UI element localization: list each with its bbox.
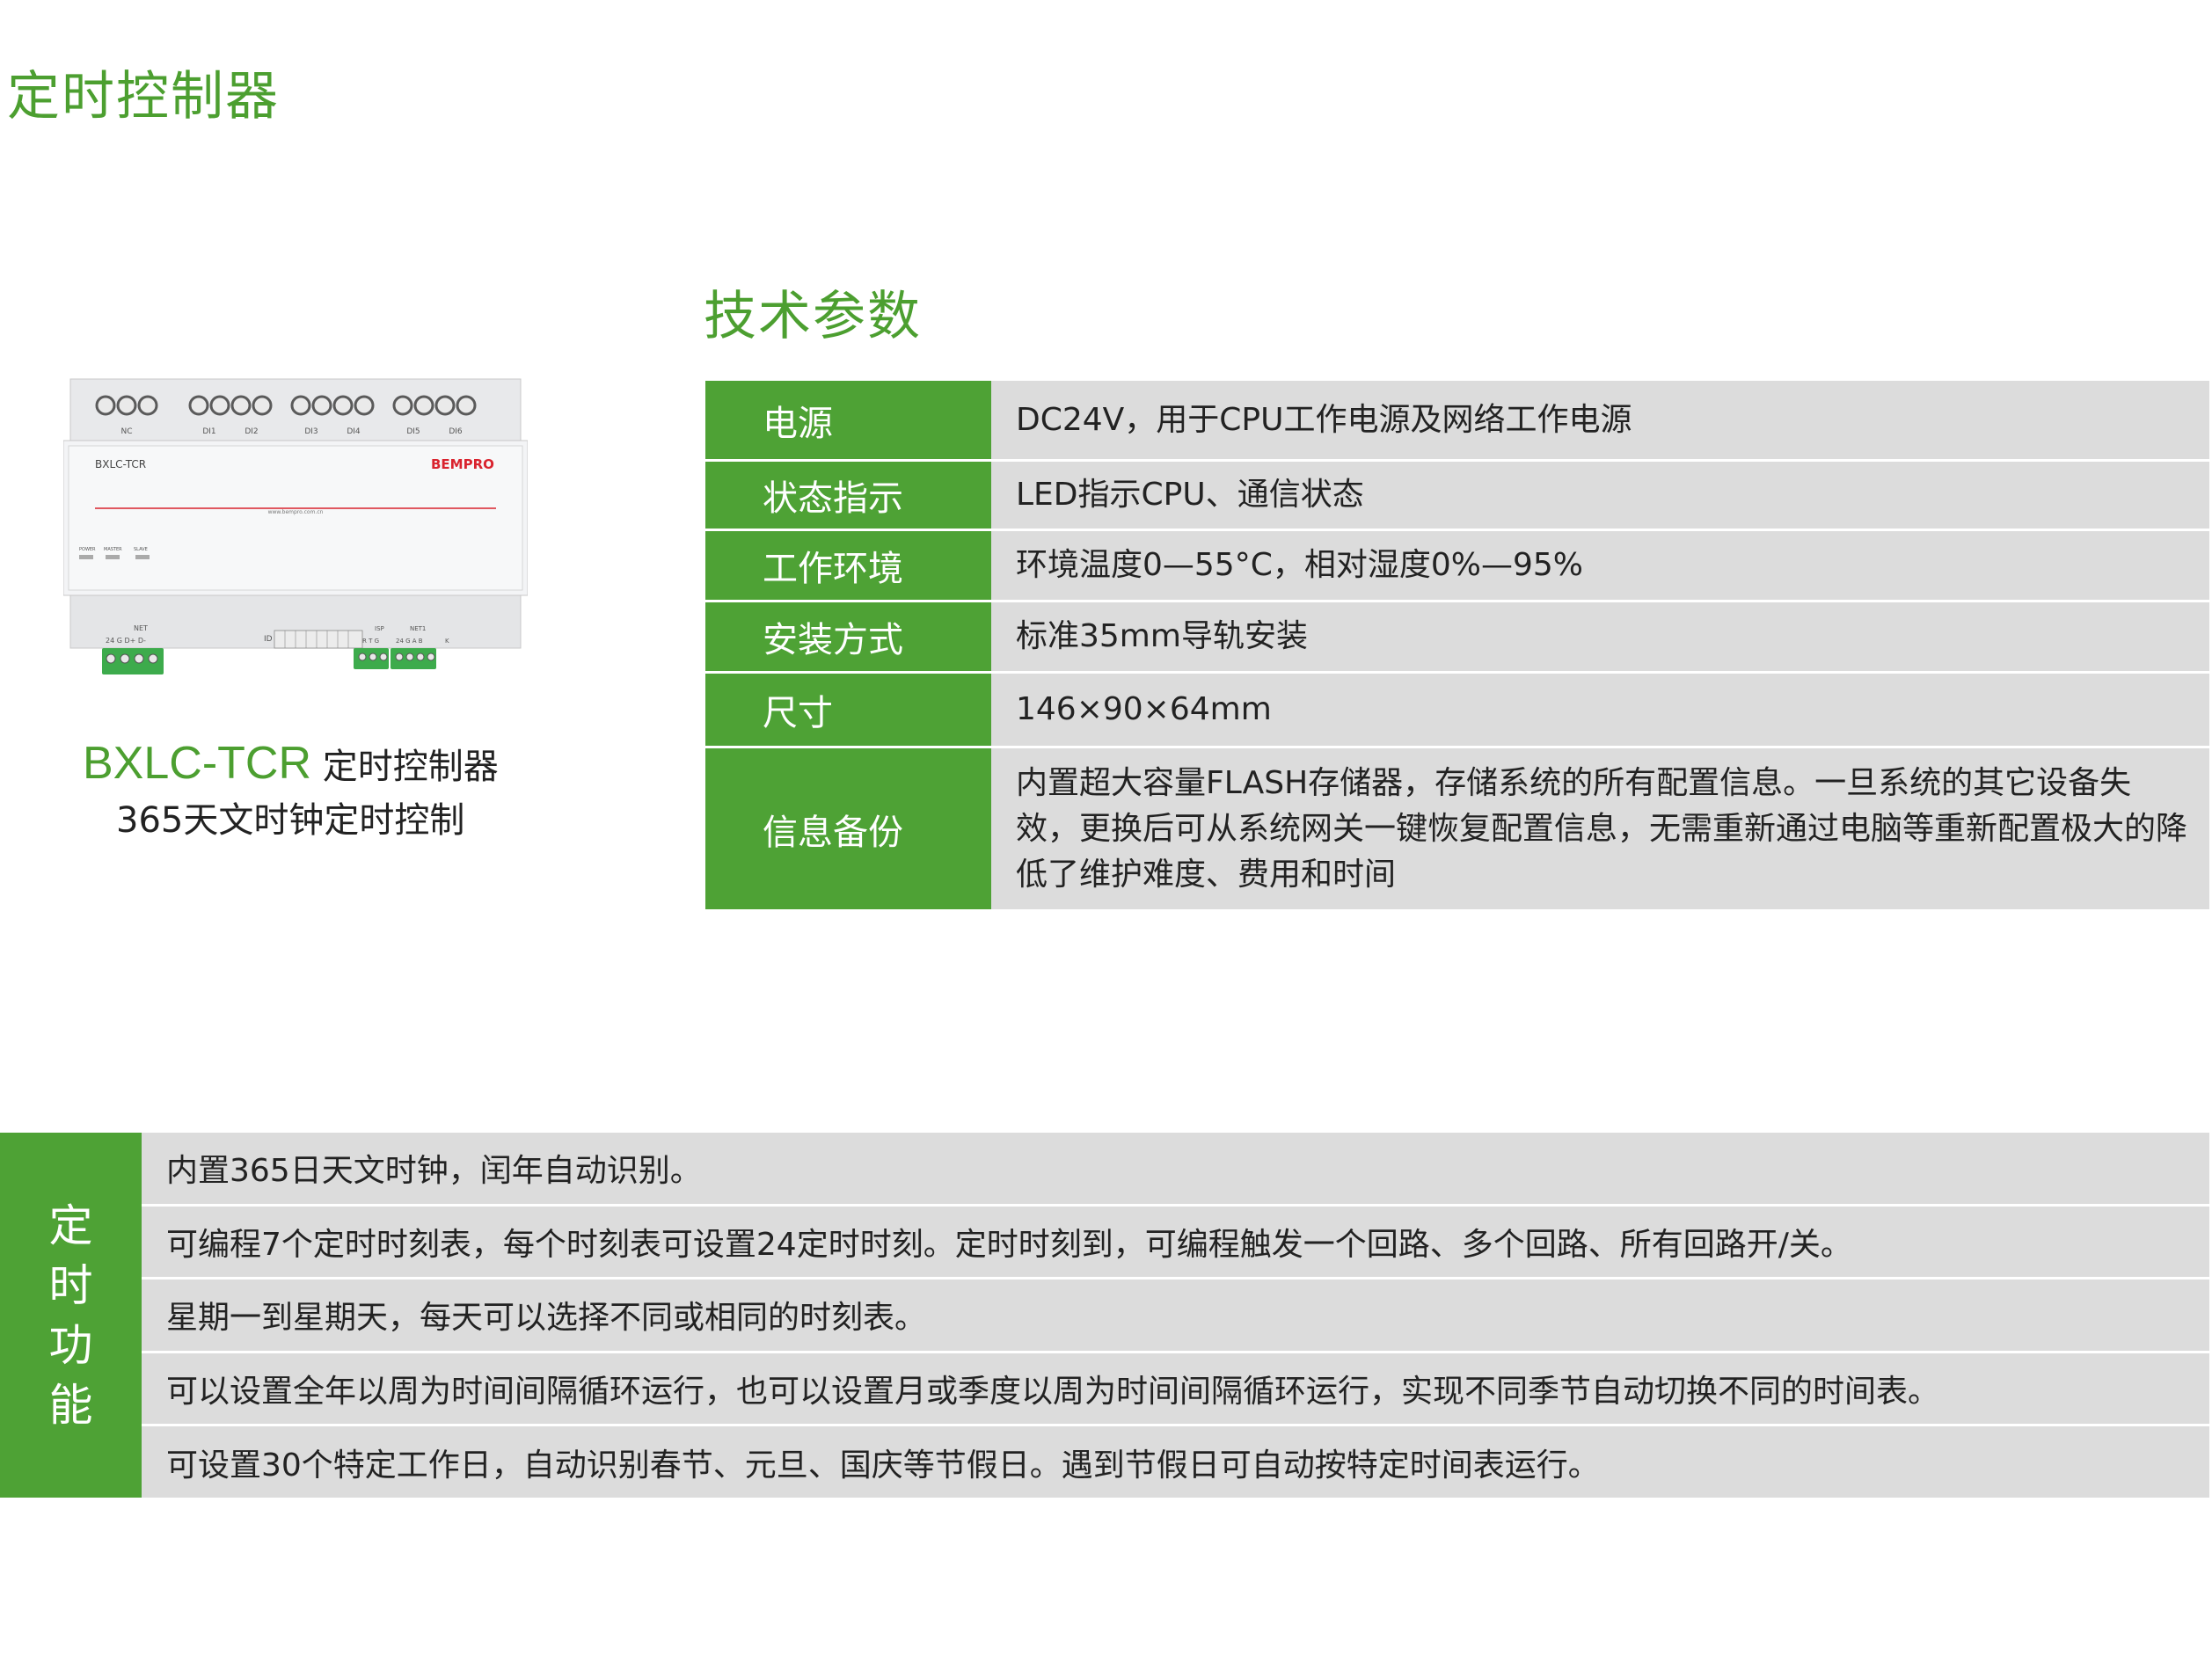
spec-value: 内置超大容量FLASH存储器，存储系统的所有配置信息。一旦系统的其它设备失效，更… (991, 746, 2209, 909)
spec-value: 环境温度0—55°C，相对湿度0%—95% (991, 529, 2209, 600)
green-connector-net1 (391, 648, 436, 669)
product-model: BXLC-TCR (83, 738, 312, 789)
function-item: 内置365日天文时钟，闰年自动识别。 (166, 1153, 702, 1190)
spec-row-environment: 工作环境 环境温度0—55°C，相对湿度0%—95% (705, 529, 2209, 600)
spec-row-power: 电源 DC24V，用于CPU工作电源及网络工作电源 (705, 381, 2209, 459)
product-description: 365天文时钟定时控制 (116, 800, 465, 841)
green-connector-isp (354, 648, 389, 669)
spec-label: 电源 (705, 381, 991, 459)
spec-label: 安装方式 (705, 600, 991, 671)
spec-value: 标准35mm导轨安装 (991, 600, 2209, 671)
green-connector-net (102, 648, 164, 674)
spec-value: DC24V，用于CPU工作电源及网络工作电源 (991, 381, 2209, 459)
spec-row-status: 状态指示 LED指示CPU、通信状态 (705, 459, 2209, 529)
spec-value: 146×90×64mm (991, 671, 2209, 746)
k-label: K (445, 638, 449, 645)
spec-label: 尺寸 (705, 671, 991, 746)
side-char: 功 (48, 1319, 93, 1371)
function-item: 可以设置全年以周为时间间隔循环运行，也可以设置月或季度以周为时间间隔循环运行，实… (142, 1350, 2209, 1425)
website-label: www.bempro.com.cn (268, 509, 324, 515)
terminal-label-di3: DI3 (304, 427, 318, 436)
function-item: 可设置30个特定工作日，自动识别春节、元旦、国庆等节假日。遇到节假日可自动按特定… (142, 1424, 2209, 1498)
timing-function-block: 定 时 功 能 内置365日天文时钟，闰年自动识别。 可编程7个定时时刻表，每个… (0, 1133, 2209, 1498)
product-type: 定时控制器 (311, 747, 499, 787)
terminal-label-nc: NC (120, 427, 132, 436)
function-list: 内置365日天文时钟，闰年自动识别。 可编程7个定时时刻表，每个时刻表可设置24… (142, 1133, 2209, 1498)
spec-title: 技术参数 (704, 286, 922, 347)
led-label-master: MASTER (104, 547, 122, 552)
spec-row-installation: 安装方式 标准35mm导轨安装 (705, 600, 2209, 671)
id-label: ID (264, 635, 273, 644)
bottom-net-pins: 24 G D+ D- (106, 637, 146, 645)
side-char: 能 (48, 1379, 93, 1431)
net1-label: NET1 (410, 625, 426, 632)
function-item: 可编程7个定时时刻表，每个时刻表可设置24定时时刻。定时时刻到，可编程触发一个回… (142, 1203, 2209, 1278)
side-char: 定 (48, 1199, 93, 1251)
terminal-label-di1: DI1 (202, 427, 215, 436)
net1-pins: 24 G A B (396, 638, 423, 645)
spec-value: LED指示CPU、通信状态 (991, 459, 2209, 529)
terminal-label-di6: DI6 (449, 427, 463, 436)
terminal-label-di4: DI4 (347, 427, 361, 436)
spec-row-backup: 信息备份 内置超大容量FLASH存储器，存储系统的所有配置信息。一旦系统的其它设… (705, 746, 2209, 909)
terminal-label-di5: DI5 (406, 427, 420, 436)
brand-logo: BEMPRO (431, 456, 494, 472)
spec-table: 电源 DC24V，用于CPU工作电源及网络工作电源 状态指示 LED指示CPU、… (705, 381, 2209, 909)
spec-row-size: 尺寸 146×90×64mm (705, 671, 2209, 746)
device-model-label: BXLC-TCR (95, 458, 146, 470)
led-label-power: POWER (79, 547, 96, 552)
page-title: 定时控制器 (7, 66, 280, 128)
terminal-label-di2: DI2 (245, 427, 258, 436)
bottom-net-label: NET (134, 624, 148, 632)
spec-label: 工作环境 (705, 529, 991, 600)
isp-pins: R T G (362, 638, 379, 645)
spec-label: 状态指示 (705, 459, 991, 529)
isp-label: ISP (375, 625, 384, 632)
side-char: 时 (48, 1259, 93, 1311)
device-illustration: NC DI1 DI2 DI3 DI4 DI5 DI6 BXLC-TCR BEMP… (63, 378, 528, 674)
function-item: 星期一到星期天，每天可以选择不同或相同的时刻表。 (142, 1277, 2209, 1351)
spec-label: 信息备份 (705, 746, 991, 909)
product-image: NC DI1 DI2 DI3 DI4 DI5 DI6 BXLC-TCR BEMP… (63, 376, 528, 683)
led-label-slave: SLAVE (134, 547, 148, 552)
product-name: BXLC-TCR 定时控制器 (83, 737, 522, 790)
function-side-label: 定 时 功 能 (0, 1133, 142, 1498)
